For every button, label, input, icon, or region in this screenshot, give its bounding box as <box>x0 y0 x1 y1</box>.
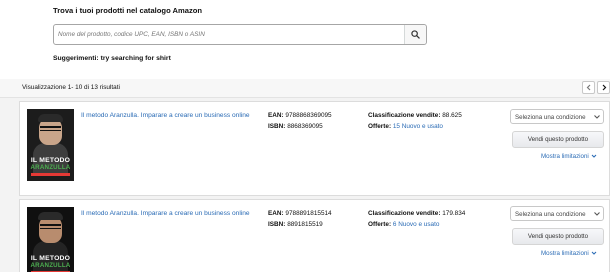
product-title-link[interactable]: Il metodo Aranzulla. Imparare a creare u… <box>81 112 250 119</box>
sales-rank-label: Classificazione vendite: <box>368 210 441 217</box>
cover-title-main: IL METODO <box>30 157 71 164</box>
cover-figure-hair <box>38 114 63 122</box>
ean-label: EAN: <box>268 210 284 217</box>
isbn-row: ISBN: 8891815519 <box>268 221 323 228</box>
chevron-right-icon <box>602 84 606 91</box>
product-card: IL METODO ARANZULLA Il metodo Aranzulla.… <box>19 101 610 196</box>
catalog-search-section: Trova i tuoi prodotti nel catalogo Amazo… <box>0 0 610 79</box>
catalog-title: Trova i tuoi prodotti nel catalogo Amazo… <box>53 6 203 15</box>
show-limitations-label: Mostra limitazioni <box>541 250 589 257</box>
search-input[interactable] <box>58 25 402 44</box>
ean-value: 9788868369095 <box>285 112 332 119</box>
condition-select-value: Seleziona una condizione <box>515 210 586 218</box>
condition-select[interactable]: Seleziona una condizione <box>510 206 604 221</box>
ean-row: EAN: 9788868369095 <box>268 112 332 119</box>
sell-product-button[interactable]: Vendi questo prodotto <box>512 131 604 148</box>
cover-title: IL METODO ARANZULLA <box>29 157 72 171</box>
sales-rank-value: 179.834 <box>442 210 466 217</box>
chevron-down-icon <box>591 251 597 256</box>
cover-title-sub: ARANZULLA <box>30 262 71 269</box>
offers-link[interactable]: 15 Nuovo e usato <box>393 123 443 130</box>
cover-figure-glasses <box>40 224 61 229</box>
sales-rank-label: Classificazione vendite: <box>368 112 441 119</box>
sell-product-button[interactable]: Vendi questo prodotto <box>512 228 604 245</box>
cover-title: IL METODO ARANZULLA <box>29 255 72 269</box>
isbn-label: ISBN: <box>268 123 286 130</box>
offers-label: Offerte: <box>368 123 392 130</box>
condition-select-value: Seleziona una condizione <box>515 113 586 121</box>
offers-row: Offerte: 15 Nuovo e usato <box>368 123 443 130</box>
product-title-link[interactable]: Il metodo Aranzulla. Imparare a creare u… <box>81 210 250 217</box>
offers-link[interactable]: 6 Nuovo e usato <box>393 221 440 228</box>
isbn-value: 8868369095 <box>287 123 323 130</box>
show-limitations-link[interactable]: Mostra limitazioni <box>541 153 597 160</box>
show-limitations-label: Mostra limitazioni <box>541 153 589 160</box>
sales-rank-value: 88.625 <box>442 112 462 119</box>
ean-label: EAN: <box>268 112 284 119</box>
offers-row: Offerte: 6 Nuovo e usato <box>368 221 439 228</box>
chevron-down-icon <box>594 115 600 119</box>
product-cover-image[interactable]: IL METODO ARANZULLA <box>27 207 74 272</box>
results-bar: Visualizzazione 1- 10 di 13 risultati <box>0 79 610 98</box>
product-cover-image[interactable]: IL METODO ARANZULLA <box>27 109 74 181</box>
cover-figure-glasses <box>40 126 61 131</box>
cover-accent-bar <box>31 173 70 176</box>
isbn-value: 8891815519 <box>287 221 323 228</box>
search-button[interactable] <box>404 25 426 44</box>
sales-rank-row: Classificazione vendite: 179.834 <box>368 210 465 217</box>
cover-title-sub: ARANZULLA <box>30 164 71 171</box>
isbn-row: ISBN: 8868369095 <box>268 123 323 130</box>
chevron-down-icon <box>594 212 600 216</box>
results-summary: Visualizzazione 1- 10 di 13 risultati <box>22 84 120 91</box>
condition-select[interactable]: Seleziona una condizione <box>510 109 604 124</box>
prev-page-button[interactable] <box>582 81 595 94</box>
search-box[interactable] <box>53 24 427 45</box>
isbn-label: ISBN: <box>268 221 286 228</box>
cover-figure-hair <box>38 212 63 220</box>
search-icon <box>411 30 420 39</box>
chevron-left-icon <box>586 84 590 91</box>
sales-rank-row: Classificazione vendite: 88.625 <box>368 112 462 119</box>
cover-title-main: IL METODO <box>30 255 71 262</box>
next-page-button[interactable] <box>597 81 610 94</box>
ean-value: 9788891815514 <box>285 210 332 217</box>
product-card: IL METODO ARANZULLA Il metodo Aranzulla.… <box>19 199 610 272</box>
show-limitations-link[interactable]: Mostra limitazioni <box>541 250 597 257</box>
offers-label: Offerte: <box>368 221 392 228</box>
chevron-down-icon <box>591 154 597 159</box>
ean-row: EAN: 9788891815514 <box>268 210 332 217</box>
suggestions-text: Suggerimenti: try searching for shirt <box>53 55 171 62</box>
